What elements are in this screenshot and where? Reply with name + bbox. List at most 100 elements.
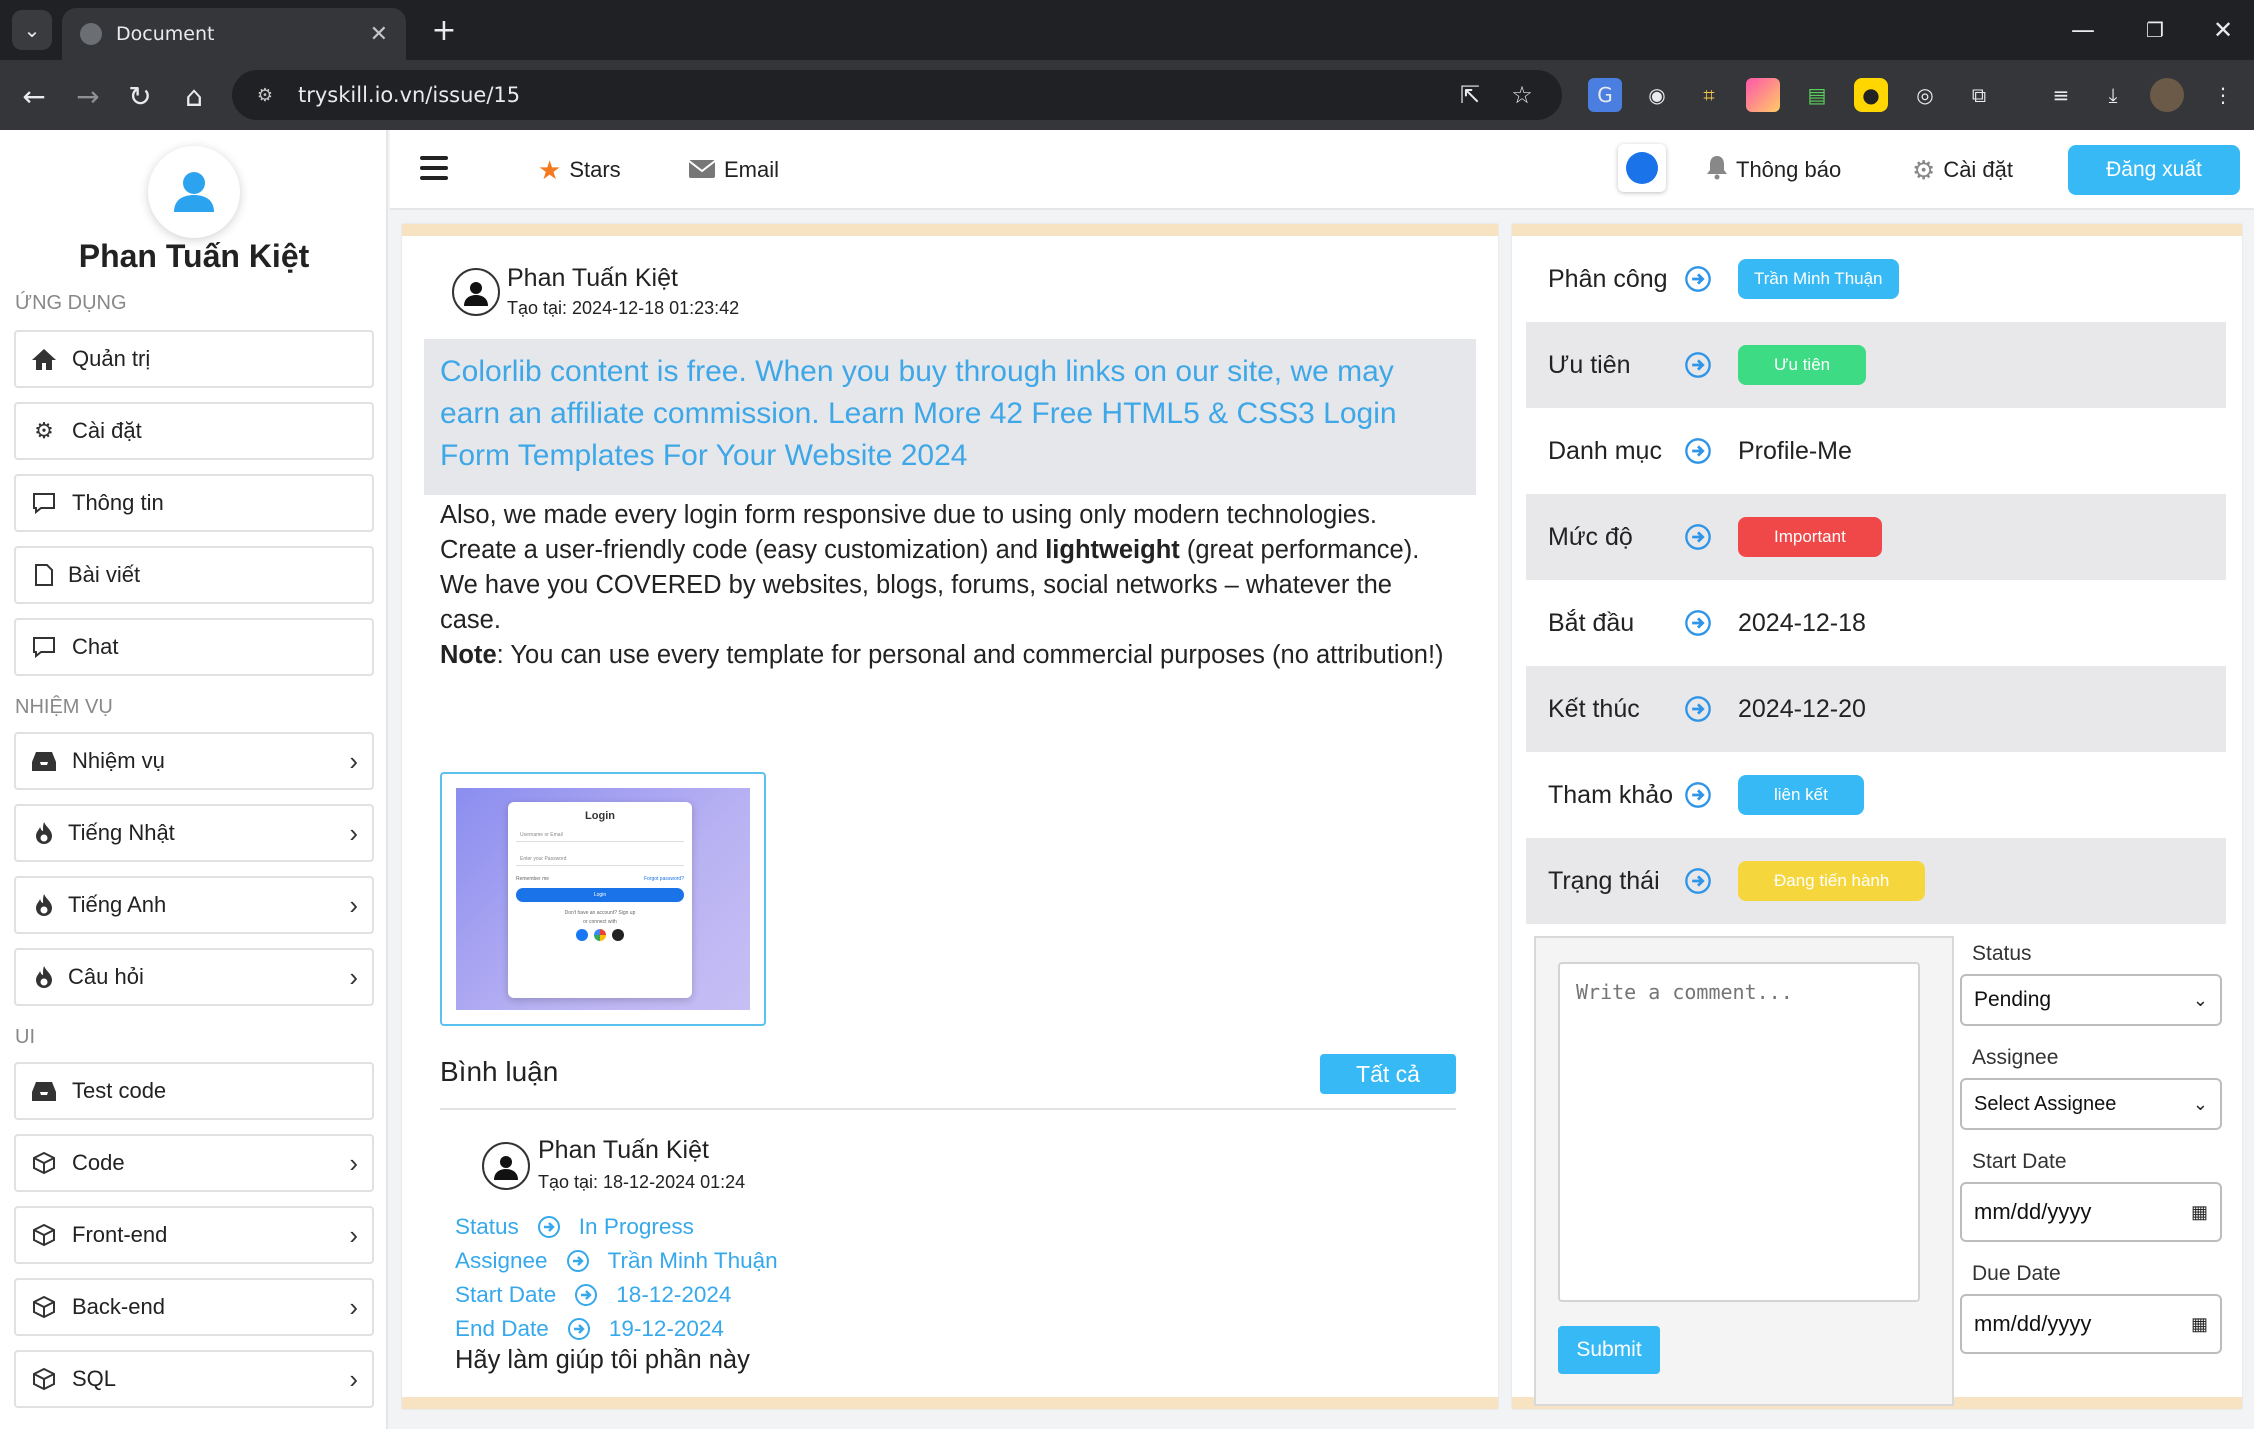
crop-extension-icon[interactable]: ⌗ (1692, 78, 1726, 112)
sidebar-item-back-end[interactable]: Back-end › (14, 1278, 374, 1336)
severity-badge[interactable]: Important (1738, 517, 1882, 557)
status-select[interactable]: Pending ⌄ (1960, 974, 2222, 1026)
minimize-button[interactable]: — (2058, 12, 2108, 48)
compass-extension-icon[interactable]: ◎ (1908, 78, 1942, 112)
view-all-comments-button[interactable]: Tất cả (1320, 1054, 1456, 1094)
comments-heading: Bình luận (440, 1056, 559, 1087)
post-paragraph: We have you COVERED by websites, blogs, … (440, 571, 1392, 634)
comment-textarea[interactable] (1558, 962, 1920, 1302)
post-bold-text: lightweight (1045, 536, 1180, 564)
site-settings-icon[interactable]: ⚙ (252, 82, 278, 108)
sidebar-item-cau-hoi[interactable]: Câu hỏi › (14, 948, 374, 1006)
open-in-app-icon[interactable]: ⇱ (1450, 75, 1490, 115)
sidebar-item-cai-dat[interactable]: ⚙ Cài đặt (14, 402, 374, 460)
submit-comment-button[interactable]: Submit (1558, 1326, 1660, 1374)
profile-avatar[interactable] (2150, 78, 2184, 112)
section-title-tasks: NHIỆM VỤ (15, 696, 113, 718)
status-dot-button[interactable] (1618, 144, 1666, 192)
priority-badge[interactable]: Ưu tiên (1738, 345, 1867, 385)
sidebar-item-thong-tin[interactable]: Thông tin (14, 474, 374, 532)
profile-name: Phan Tuấn Kiệt (78, 238, 310, 274)
cube-icon (30, 1293, 58, 1321)
ghost-extension-icon[interactable]: ● (1854, 78, 1888, 112)
chevron-right-icon: › (349, 745, 358, 776)
post-text: (great performance). (1179, 536, 1420, 564)
post-image[interactable]: Login Username or Email Enter your Passw… (440, 772, 766, 1026)
due-date-input[interactable]: mm/dd/yyyy ▦ (1960, 1294, 2222, 1354)
hamburger-menu-icon[interactable] (420, 156, 448, 180)
tab-search-button[interactable]: ⌄ (12, 10, 52, 50)
star-icon: ★ (538, 154, 562, 185)
status-badge[interactable]: Đang tiến hành (1738, 861, 1926, 901)
arrow-right-circle-icon (1685, 610, 1711, 636)
new-tab-button[interactable]: + (426, 12, 462, 48)
cube-icon (30, 1221, 58, 1249)
settings-link[interactable]: ⚙ Cài đặt (1912, 152, 2013, 188)
url-text: tryskill.io.vn/issue/15 (298, 83, 521, 107)
settings-label: Cài đặt (1943, 157, 2014, 182)
notifications-link[interactable]: Thông báo (1706, 152, 1841, 188)
arrow-right-circle-icon (1685, 438, 1711, 464)
sidebar-item-label: Front-end (72, 1222, 168, 1247)
post-text: Create a user-friendly code (easy custom… (440, 536, 1046, 564)
chevron-down-icon: ⌄ (2192, 1093, 2208, 1114)
sidebar-item-tieng-anh[interactable]: Tiếng Anh › (14, 876, 374, 934)
post-banner[interactable]: Colorlib content is free. When you buy t… (424, 339, 1476, 495)
arrow-right-circle-icon (1685, 266, 1711, 292)
stars-link[interactable]: ★ Stars (538, 152, 621, 188)
email-link[interactable]: Email (688, 152, 779, 188)
post-paragraph: Also, we made every login form responsiv… (440, 501, 1377, 529)
reload-button[interactable]: ↻ (120, 76, 160, 116)
browser-tab[interactable]: Document ✕ (62, 8, 406, 60)
close-tab-icon[interactable]: ✕ (370, 22, 388, 47)
calendar-icon[interactable]: ▦ (2191, 1202, 2208, 1223)
sidebar-item-label: Code (72, 1150, 125, 1175)
status-dot (1626, 152, 1658, 184)
bookmark-star-icon[interactable]: ☆ (1502, 75, 1542, 115)
calendar-icon[interactable]: ▦ (2191, 1314, 2208, 1335)
sidebar-item-bai-viet[interactable]: Bài viết (14, 546, 374, 604)
start-date-label: Start Date (1972, 1150, 2067, 1173)
reading-list-icon[interactable]: ≡ (2044, 78, 2078, 112)
post-author-avatar[interactable] (452, 268, 500, 316)
download-icon[interactable]: ⤓ (2096, 78, 2130, 112)
address-bar[interactable]: ⚙ tryskill.io.vn/issue/15 ⇱ ☆ (232, 70, 1562, 120)
wallet-extension-icon[interactable]: ▤ (1800, 78, 1834, 112)
assignee-select[interactable]: Select Assignee ⌄ (1960, 1078, 2222, 1130)
color-extension-icon[interactable] (1746, 78, 1780, 112)
sidebar-item-code[interactable]: Code › (14, 1134, 374, 1192)
close-window-button[interactable]: ✕ (2198, 12, 2248, 48)
sidebar-item-sql[interactable]: SQL › (14, 1350, 374, 1408)
comment-author-avatar[interactable] (482, 1142, 530, 1190)
cube-icon (30, 1365, 58, 1393)
arrow-right-circle-icon (1685, 352, 1711, 378)
assignee-badge[interactable]: Trần Minh Thuận (1738, 259, 1899, 299)
sidebar-item-label: Câu hỏi (68, 964, 144, 989)
login-options: Remember me Forgot password? (516, 876, 684, 882)
forward-button[interactable]: → (68, 76, 108, 116)
avatar[interactable] (148, 146, 240, 238)
chevron-right-icon: › (349, 889, 358, 920)
logout-button[interactable]: Đăng xuất (2068, 145, 2240, 195)
restore-button[interactable]: ❐ (2130, 12, 2180, 48)
screen-record-extension-icon[interactable]: ◉ (1640, 78, 1674, 112)
sidebar-item-label: Thông tin (72, 490, 164, 515)
sidebar-item-nhiem-vu[interactable]: Nhiệm vụ › (14, 732, 374, 790)
sidebar-item-chat[interactable]: Chat (14, 618, 374, 676)
home-button[interactable]: ⌂ (174, 76, 214, 116)
detail-row-category: Danh mục Profile-Me (1526, 408, 2226, 494)
detail-row-assigned: Phân công Trần Minh Thuận (1526, 236, 2226, 322)
chevron-right-icon: › (349, 1363, 358, 1394)
start-date-input[interactable]: mm/dd/yyyy ▦ (1960, 1182, 2222, 1242)
extensions-puzzle-icon[interactable]: ⧉ (1962, 78, 1996, 112)
sidebar-item-front-end[interactable]: Front-end › (14, 1206, 374, 1264)
reference-link-badge[interactable]: liên kết (1738, 775, 1864, 815)
translate-extension-icon[interactable]: G (1588, 78, 1622, 112)
sidebar-item-tieng-nhat[interactable]: Tiếng Nhật › (14, 804, 374, 862)
browser-menu-icon[interactable]: ⋮ (2206, 78, 2240, 112)
back-button[interactable]: ← (14, 76, 54, 116)
sidebar-item-test-code[interactable]: Test code (14, 1062, 374, 1120)
sidebar-item-quan-tri[interactable]: Quản trị (14, 330, 374, 388)
post-timestamp: Tạo tại: 2024-12-18 01:23:42 (507, 298, 740, 318)
login-form-preview: Login Username or Email Enter your Passw… (456, 788, 750, 1010)
